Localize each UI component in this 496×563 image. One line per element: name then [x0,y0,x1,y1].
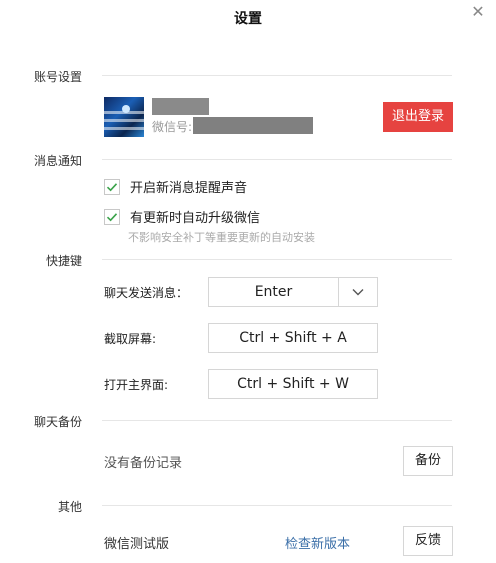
section-other-label: 其他 [58,500,83,514]
screenshot-shortcut-label: 截取屏幕: [104,332,157,346]
autoupdate-option[interactable]: 有更新时自动升级微信 [104,207,260,226]
feedback-button[interactable]: 反馈 [403,526,453,556]
mainwin-shortcut-label: 打开主界面: [104,378,169,392]
screenshot-shortcut-field[interactable]: Ctrl + Shift + A [208,323,378,353]
close-icon[interactable]: ✕ [470,2,486,21]
section-shortcut-label: 快捷键 [46,254,83,268]
avatar [104,97,144,137]
section-divider [102,159,452,160]
sound-checkbox[interactable] [104,178,120,195]
redacted-nickname [152,98,209,115]
section-notify-label: 消息通知 [34,154,83,168]
section-divider [102,505,452,506]
section-divider [102,259,452,260]
chevron-down-icon[interactable] [338,278,377,306]
section-divider [102,75,452,76]
autoupdate-checkbox[interactable] [104,208,120,225]
sound-option[interactable]: 开启新消息提醒声音 [104,177,247,196]
version-label: 微信测试版 [104,537,170,552]
autoupdate-option-label: 有更新时自动升级微信 [130,211,261,226]
section-divider [102,420,452,421]
settings-window: 设置 ✕ 账号设置 微信号: 退出登录 消息通知 开启新消息提醒声音 有更新时自… [0,0,496,563]
check-icon [106,182,118,191]
backup-status: 没有备份记录 [104,456,183,471]
wechat-id-label: 微信号: [152,120,193,134]
send-shortcut-label: 聊天发送消息： [104,286,189,300]
mainwin-shortcut-field[interactable]: Ctrl + Shift + W [208,369,378,399]
sound-option-label: 开启新消息提醒声音 [130,181,248,196]
redacted-wechat-id [193,117,313,134]
section-account-label: 账号设置 [34,70,83,84]
check-icon [106,212,118,221]
window-title: 设置 [234,11,262,27]
logout-button[interactable]: 退出登录 [383,102,453,132]
backup-button[interactable]: 备份 [403,446,453,476]
send-shortcut-select[interactable]: Enter [208,277,378,307]
send-shortcut-value: Enter [254,284,293,300]
check-update-link[interactable]: 检查新版本 [285,533,350,552]
section-backup-label: 聊天备份 [34,415,83,429]
autoupdate-hint: 不影响安全补丁等重要更新的自动安装 [128,231,315,244]
